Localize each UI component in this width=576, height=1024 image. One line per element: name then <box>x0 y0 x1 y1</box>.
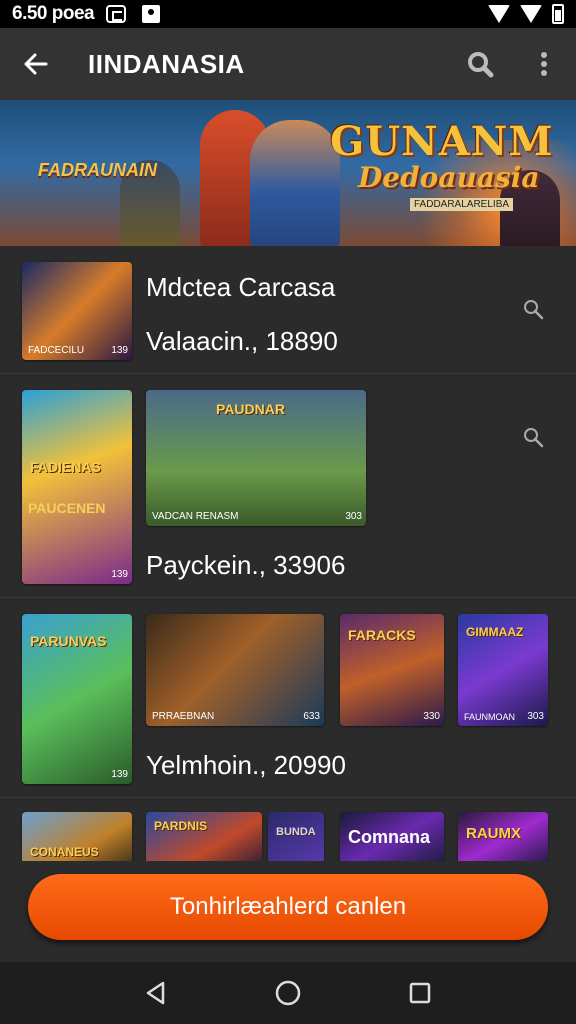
thumbnail-title: FARACKS <box>348 627 416 643</box>
list-item[interactable]: PARUNVAS 139 PRRAEBNAN 633 FARACKS 330 G… <box>0 598 576 798</box>
row-subtitle: Payckein., 33906 <box>146 550 346 580</box>
row-subtitle: Yelmhoin., 20990 <box>146 750 346 780</box>
thumbnail-title: PARDNIS <box>154 819 208 833</box>
game-thumbnail[interactable]: Comnana <box>340 812 444 861</box>
hero-logo: GUNANM Dedoauasia FADDARALARELIBA <box>330 118 554 212</box>
hero-left-text: FADRAUNAIN <box>38 160 157 180</box>
nav-recents-button[interactable] <box>388 962 452 1024</box>
list-item[interactable]: FADCECILU 139 Mdctea Carcasa Valaacin., … <box>0 246 576 374</box>
hero-logo-line3: FADDARALARELIBA <box>410 198 514 211</box>
search-icon <box>524 300 544 320</box>
signal-icon <box>488 5 510 23</box>
hero-logo-line2: Dedoauasia <box>358 161 540 194</box>
row-search-button[interactable] <box>516 292 550 326</box>
thumbnail-number: 139 <box>111 569 128 580</box>
thumbnail-tag: FAUNMOAN <box>464 712 516 722</box>
arrow-left-icon <box>24 53 48 75</box>
thumbnail-title: PAUDNAR <box>216 401 285 417</box>
game-thumbnail[interactable]: PARUNVAS 139 <box>22 614 132 784</box>
game-list: FADCECILU 139 Mdctea Carcasa Valaacin., … <box>0 246 576 861</box>
game-thumbnail[interactable]: BUNDA <box>268 812 324 861</box>
thumbnail-tag: FADCECILU <box>28 345 85 356</box>
thumbnail-tag: PAUCENEN <box>28 500 106 516</box>
thumbnail-number: 303 <box>527 711 544 722</box>
back-button[interactable] <box>0 28 72 100</box>
thumbnail-title: GIMMAAZ <box>466 625 524 639</box>
thumbnail-number: 330 <box>423 711 440 722</box>
primary-action-button[interactable]: Tonhirlæahlerd canlen <box>28 874 548 940</box>
thumbnail-title: RAUMX <box>466 825 521 842</box>
status-right <box>488 4 564 24</box>
game-thumbnail[interactable]: FADIENAS PAUCENEN 139 <box>22 390 132 584</box>
system-nav-bar <box>0 962 576 1024</box>
game-thumbnail[interactable]: PRRAEBNAN 633 <box>146 614 324 726</box>
hero-logo-line1: GUNANM <box>330 118 554 165</box>
status-bar: 6.50 poea <box>0 0 576 28</box>
game-thumbnail[interactable]: RAUMX <box>458 812 548 861</box>
app-bar: IINDANASIA <box>0 28 576 100</box>
overflow-menu-button[interactable] <box>512 28 576 100</box>
list-item[interactable]: CONANEUS PARDNIS BUNDA Comnana RAUMX <box>0 798 576 861</box>
app-title: IINDANASIA <box>88 48 245 79</box>
triangle-back-icon <box>146 981 165 1005</box>
app-actions <box>448 28 576 100</box>
battery-icon <box>552 4 564 24</box>
search-icon <box>524 428 544 448</box>
game-thumbnail[interactable]: FADCECILU 139 <box>22 262 132 360</box>
square-recents-icon <box>409 982 431 1004</box>
thumbnail-title: PARUNVAS <box>30 633 107 649</box>
thumbnail-tag: VADCAN RENASM <box>152 511 239 522</box>
thumbnail-tag: PRRAEBNAN <box>152 711 215 722</box>
game-thumbnail[interactable]: PAUDNAR VADCAN RENASM 303 <box>146 390 366 526</box>
search-icon <box>468 52 494 78</box>
search-button[interactable] <box>448 28 512 100</box>
circle-home-icon <box>275 980 301 1006</box>
hero-banner[interactable]: FADRAUNAIN GUNANM Dedoauasia FADDARALARE… <box>0 100 576 246</box>
thumbnail-title: CONANEUS <box>30 845 99 859</box>
thumbnail-title: BUNDA <box>276 826 316 838</box>
hero-character <box>250 120 340 246</box>
nav-back-button[interactable] <box>124 962 188 1024</box>
more-vert-icon <box>541 52 547 76</box>
game-thumbnail[interactable]: FARACKS 330 <box>340 614 444 726</box>
row-search-button[interactable] <box>516 420 550 454</box>
thumbnail-title: Comnana <box>348 827 431 847</box>
thumbnail-number: 303 <box>345 511 362 522</box>
nav-home-button[interactable] <box>256 962 320 1024</box>
row-title: Mdctea Carcasa <box>146 272 336 302</box>
thumbnail-number: 139 <box>111 345 128 356</box>
thumbnail-number: 139 <box>111 769 128 780</box>
row-subtitle: Valaacin., 18890 <box>146 326 338 356</box>
thumbnail-number: 633 <box>303 711 320 722</box>
notification-icon <box>106 5 127 23</box>
list-item[interactable]: FADIENAS PAUCENEN 139 PAUDNAR VADCAN REN… <box>0 374 576 598</box>
status-time: 6.50 poea <box>12 3 95 24</box>
wifi-icon <box>520 5 542 23</box>
thumbnail-title: FADIENAS <box>30 459 101 475</box>
game-thumbnail[interactable]: PARDNIS <box>146 812 262 861</box>
game-thumbnail[interactable]: GIMMAAZ FAUNMOAN 303 <box>458 614 548 726</box>
notification-image-icon <box>142 5 161 23</box>
game-thumbnail[interactable]: CONANEUS <box>22 812 132 861</box>
